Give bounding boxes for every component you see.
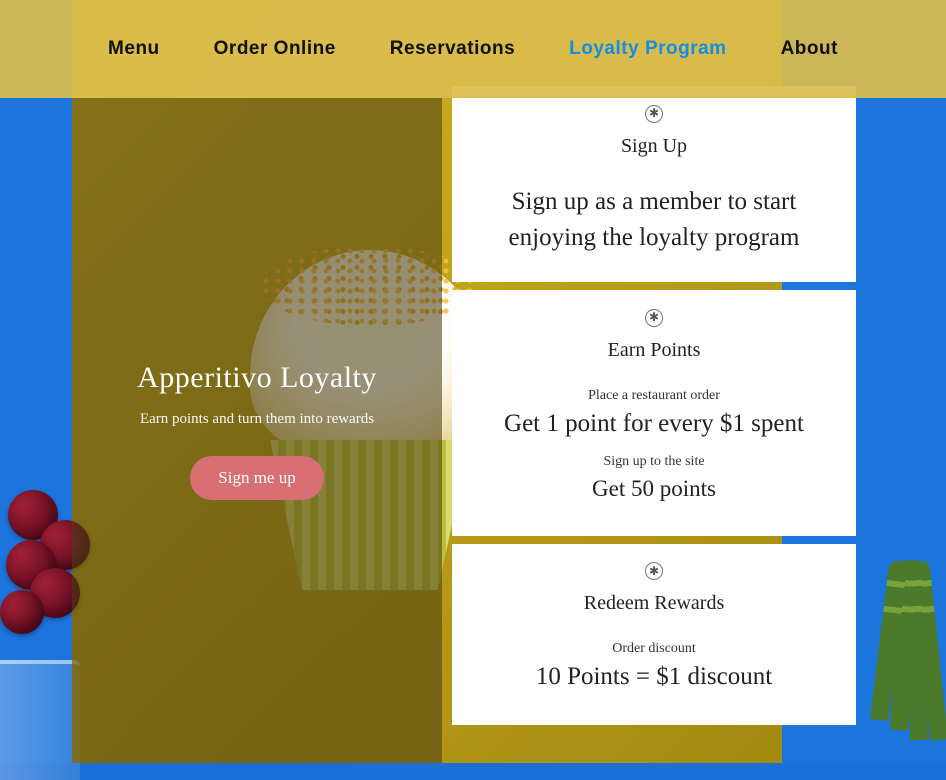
top-nav: Menu Order Online Reservations Loyalty P… bbox=[0, 0, 946, 98]
hero-subtitle: Earn points and turn them into rewards bbox=[140, 411, 374, 428]
asparagus-image bbox=[846, 560, 946, 740]
nav-reservations[interactable]: Reservations bbox=[390, 38, 515, 60]
asterisk-icon: ✱ bbox=[645, 309, 663, 327]
earn-rule2-main: Get 50 points bbox=[482, 476, 826, 502]
signup-card-title: Sign Up bbox=[482, 135, 826, 158]
asterisk-icon: ✱ bbox=[645, 562, 663, 580]
earn-rule1-sub: Place a restaurant order bbox=[482, 388, 826, 404]
signup-card: ✱ Sign Up Sign up as a member to start e… bbox=[452, 86, 856, 282]
earn-points-card: ✱ Earn Points Place a restaurant order G… bbox=[452, 290, 856, 536]
asterisk-icon: ✱ bbox=[645, 105, 663, 123]
loyalty-cards: ✱ Sign Up Sign up as a member to start e… bbox=[452, 86, 856, 725]
earn-rule1-main: Get 1 point for every $1 spent bbox=[482, 410, 826, 438]
redeem-card-title: Redeem Rewards bbox=[482, 592, 826, 615]
redeem-rule1-sub: Order discount bbox=[482, 641, 826, 657]
nav-order-online[interactable]: Order Online bbox=[214, 38, 336, 60]
earn-card-title: Earn Points bbox=[482, 339, 826, 362]
hero-title: Apperitivo Loyalty bbox=[137, 361, 377, 395]
nav-menu[interactable]: Menu bbox=[108, 38, 160, 60]
redeem-rule1-main: 10 Points = $1 discount bbox=[482, 663, 826, 691]
redeem-rewards-card: ✱ Redeem Rewards Order discount 10 Point… bbox=[452, 544, 856, 726]
sign-me-up-button[interactable]: Sign me up bbox=[190, 456, 323, 500]
nav-about[interactable]: About bbox=[781, 38, 838, 60]
earn-rule2-sub: Sign up to the site bbox=[482, 454, 826, 470]
nav-loyalty-program[interactable]: Loyalty Program bbox=[569, 38, 726, 60]
loyalty-hero: Apperitivo Loyalty Earn points and turn … bbox=[72, 98, 442, 763]
signup-card-body: Sign up as a member to start enjoying th… bbox=[482, 184, 826, 257]
